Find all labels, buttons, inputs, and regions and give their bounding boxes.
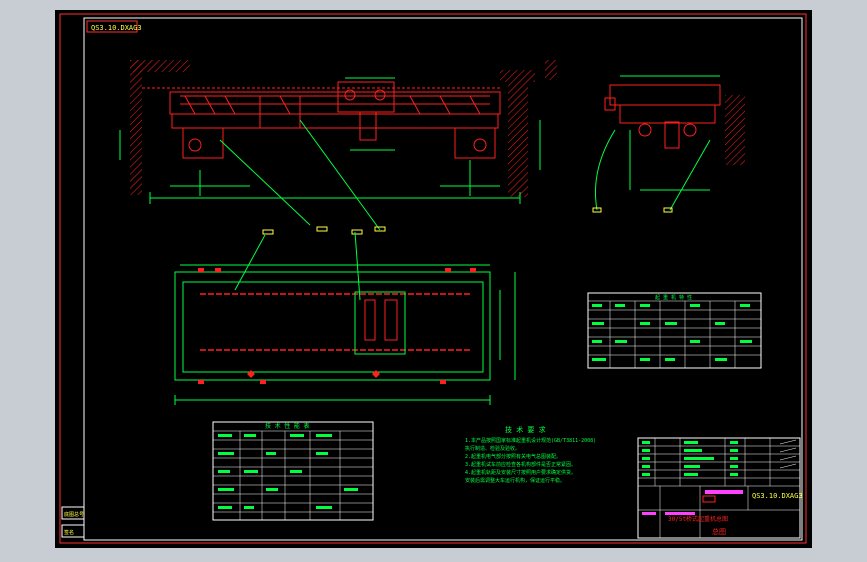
top-code-text: QS3.10.DXAG3 bbox=[91, 24, 142, 32]
bottom-label: 总图 bbox=[712, 527, 726, 536]
margin-label-1: 底图总号 bbox=[64, 511, 84, 518]
title-red-text: 30/5t桥式起重机总图 bbox=[668, 515, 728, 523]
tech-note-1: 1.本产品按照国家标准起重机设计规范(GB/T3811-2008) bbox=[465, 437, 596, 444]
spec-table-header: 起 重 机 特 性 bbox=[655, 294, 692, 301]
title-code-text: QS3.10.DXAG3 bbox=[752, 492, 803, 500]
tech-note-4: 3.起重机试车前应检查各机构部件是否正常紧固。 bbox=[465, 461, 576, 468]
margin-label-2: 签名 bbox=[64, 529, 74, 536]
drawing-canvas[interactable]: QS3.10.DXAG3 底图总号 签名 技 术 性 能 表 技 术 要 求 1… bbox=[0, 0, 867, 562]
tech-note-2: 执行制造、检验及验收。 bbox=[465, 445, 520, 452]
tech-notes-title: 技 术 要 求 bbox=[505, 425, 546, 434]
tech-note-5: 4.起重机轨距及安装尺寸按照用户要求确定供货。 bbox=[465, 469, 576, 476]
parts-table-header: 技 术 性 能 表 bbox=[265, 422, 309, 430]
tech-note-6: 安装后需调整大车运行机构，保证运行平稳。 bbox=[465, 477, 565, 484]
tech-note-3: 2.起重机电气部分按照有关电气总图装配。 bbox=[465, 453, 561, 460]
